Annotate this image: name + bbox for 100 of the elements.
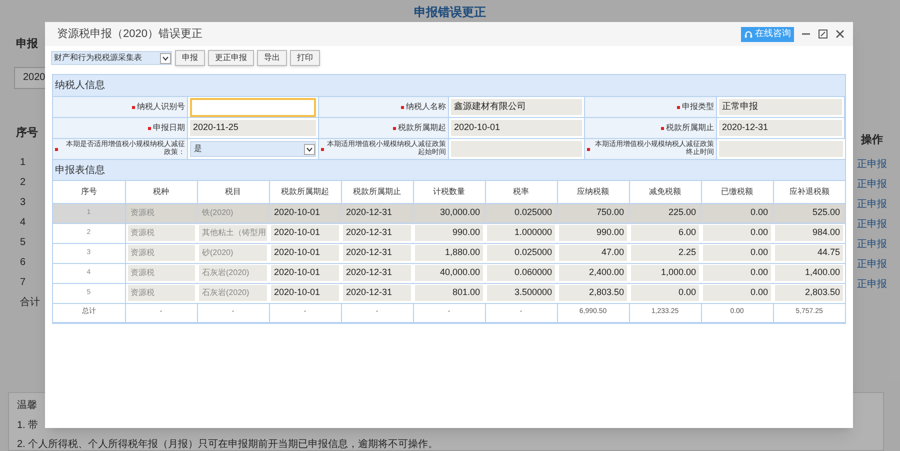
table-cell: 2,803.50 [559,285,627,301]
row-number: 3 [20,196,27,210]
table-cell: 0.00 [703,285,771,301]
correct-link[interactable]: 正申报 [857,256,887,272]
table-cell: 0.00 [703,265,771,281]
table-cell: 0.00 [631,285,699,301]
page-title: 申报错误更正 [414,5,486,19]
toolbar-button[interactable]: 导出 [257,50,287,66]
correct-link[interactable]: 正申报 [857,216,887,232]
dialog-title: 资源税申报（2020）错误更正 [57,26,202,42]
table-cell: 资源税 [128,205,195,221]
row-number: 7 [20,276,27,290]
section-title: 纳税人信息 [55,78,105,93]
field-value: 2020-11-25 [190,120,316,136]
table-cell: 0.00 [703,245,771,261]
field-label: 申报类型 [682,101,714,113]
table-cell: 3.500000 [487,285,555,301]
table-cell: 石灰岩(2020) [199,285,267,301]
column-header: 减免税额 [629,181,701,203]
correct-link[interactable]: 正申报 [857,156,887,172]
field-label: 申报日期 [153,122,185,134]
table-cell: 0.00 [703,205,771,221]
field-label: 税款所属期起 [398,122,446,134]
close-icon[interactable] [835,29,845,39]
column-header: 已缴税额 [701,181,773,203]
table-cell: 2020-10-01 [271,245,339,261]
column-header: 序号 [16,126,39,140]
table-cell: 2020-12-31 [343,285,411,301]
notice-title: 温馨 [17,398,38,413]
toolbar-button[interactable]: 申报 [175,50,205,66]
table-cell: 石灰岩(2020) [199,265,267,281]
filter-label: 申报 [16,36,39,52]
table-cell: 2,400.00 [559,265,627,281]
notice-text: 2. 个人所得税、个人所得税年报（月报）只可在申报期前开当期已申报信息，逾期将不可操作。 [17,438,440,451]
report-type-select[interactable]: 财产和行为税税源采集表 [51,51,172,65]
table-cell: 47.00 [559,245,627,261]
field-label: 纳税人名称 [406,101,446,113]
row-number: 5 [20,236,27,250]
column-header: 税目 [197,181,269,203]
table-cell: 750.00 [559,205,627,221]
table-cell: 44.75 [775,245,843,261]
notice-text: 1. 带 [17,418,40,433]
correct-link[interactable]: 正申报 [857,176,887,192]
table-cell: 990.00 [415,225,483,241]
table-cell: 1.000000 [487,225,555,241]
maximize-icon[interactable] [818,29,828,39]
table-cell: 1,000.00 [631,265,699,281]
column-header: 税种 [125,181,197,203]
row-number: 6 [20,256,27,270]
correct-link[interactable]: 正申报 [857,276,887,292]
correct-link[interactable]: 正申报 [857,236,887,252]
table-cell: 铁(2020) [199,205,267,221]
table-cell: 225.00 [631,205,699,221]
table-cell: 1,400.00 [775,265,843,281]
table-cell: 0.025000 [487,245,555,261]
table-cell: 2,803.50 [775,285,843,301]
column-header: 应纳税额 [557,181,629,203]
field-value: 鑫源建材有限公司 [451,99,582,115]
table-cell: 801.00 [415,285,483,301]
policy-select[interactable]: 是 [190,141,316,157]
column-header: 操作 [860,133,883,148]
table-cell: 2020-10-01 [271,225,339,241]
correct-link[interactable]: 正申报 [857,196,887,212]
field-value: 2020-10-01 [451,120,582,136]
table-cell: 砂(2020) [199,245,267,261]
table-cell: 2020-12-31 [343,205,411,221]
toolbar-button[interactable]: 更正申报 [208,50,254,66]
total-label: 合计 [20,296,41,310]
table-cell: 2020-12-31 [343,265,411,281]
column-header: 税款所属期止 [341,181,413,203]
column-header: 序号 [53,181,125,203]
table-cell: 资源税 [128,245,195,261]
headset-icon [744,30,753,38]
field-value: 正常申报 [719,99,842,115]
column-header: 税款所属期起 [269,181,341,203]
table-cell: 资源税 [128,285,195,301]
table-cell: 990.00 [559,225,627,241]
column-header: 应补退税额 [773,181,845,203]
column-header: 计税数量 [413,181,485,203]
table-cell: 2.25 [631,245,699,261]
dropdown-caret-icon [304,144,315,154]
field-value: 2020-12-31 [719,120,842,136]
table-cell: 525.00 [775,205,843,221]
field-label: 纳税人识别号 [137,101,185,113]
table-cell: 6.00 [631,225,699,241]
input-field[interactable] [190,98,316,116]
dropdown-caret-icon [160,52,171,64]
row-number: 2 [20,176,27,190]
table-cell: 2020-10-01 [271,265,339,281]
table-cell: 资源税 [128,225,195,241]
row-number: 1 [20,156,27,170]
table-cell: 2020-12-31 [343,245,411,261]
column-header: 税率 [485,181,557,203]
field-label: 税款所属期止 [666,122,714,134]
table-cell: 30,000.00 [415,205,483,221]
toolbar-button[interactable]: 打印 [290,50,320,66]
table-cell: 2020-10-01 [271,205,339,221]
row-number: 4 [20,216,27,230]
table-cell: 其他粘土（铸型用 [199,225,267,241]
section-title: 申报表信息 [55,164,105,178]
